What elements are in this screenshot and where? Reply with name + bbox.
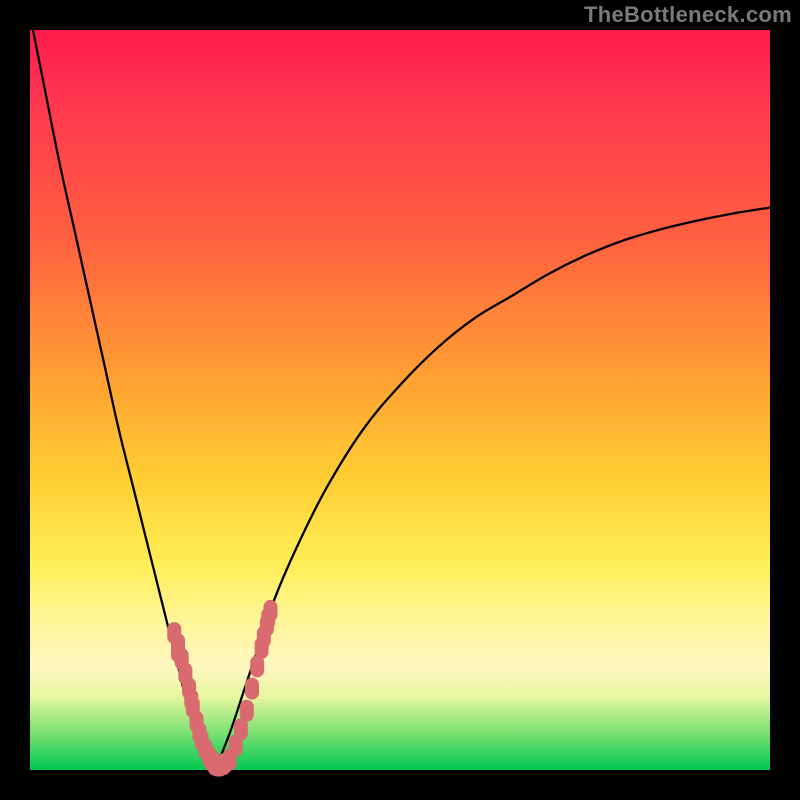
plot-area [30,30,770,770]
watermark-text: TheBottleneck.com [584,2,792,28]
bottleneck-curve [215,208,770,770]
data-marker [245,678,259,700]
curve-layer [30,15,770,770]
chart-svg [30,30,770,770]
chart-container: TheBottleneck.com [0,0,800,800]
data-marker [240,700,254,722]
data-marker [264,600,278,622]
